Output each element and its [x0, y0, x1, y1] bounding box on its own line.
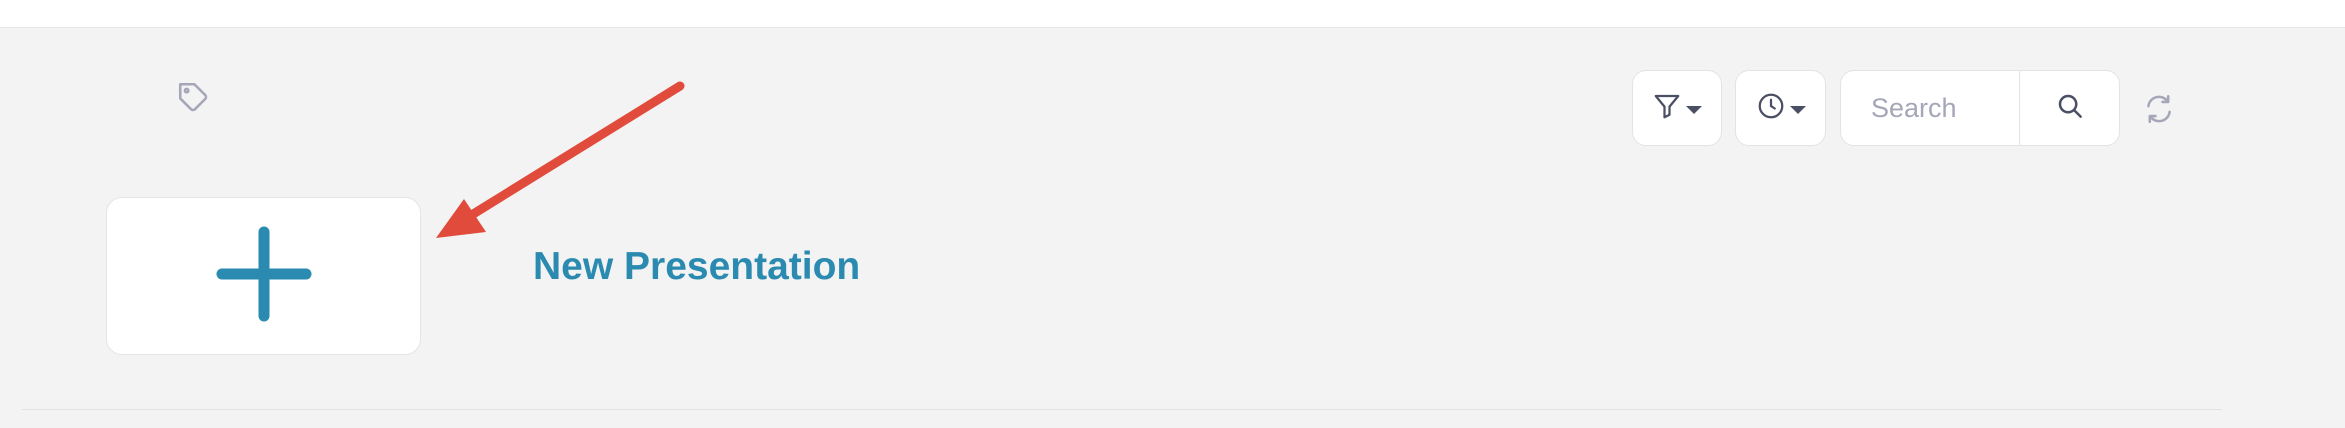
refresh-icon[interactable] — [2142, 92, 2176, 126]
new-presentation-link[interactable]: New Presentation — [533, 243, 860, 291]
filter-button[interactable] — [1632, 70, 1722, 146]
filter-icon — [1652, 91, 1682, 126]
search-button[interactable] — [2019, 71, 2119, 145]
history-button[interactable] — [1735, 70, 1826, 146]
plus-icon — [216, 226, 312, 327]
search-box — [1840, 70, 2120, 146]
new-presentation-card[interactable] — [106, 197, 421, 355]
chevron-down-icon — [1789, 105, 1806, 114]
clock-icon — [1756, 91, 1786, 126]
tag-icon — [176, 80, 210, 114]
chevron-down-icon — [1686, 105, 1702, 114]
divider — [22, 409, 2222, 410]
top-bar — [0, 0, 2345, 28]
search-icon — [2055, 91, 2085, 126]
search-input[interactable] — [1841, 71, 2019, 145]
